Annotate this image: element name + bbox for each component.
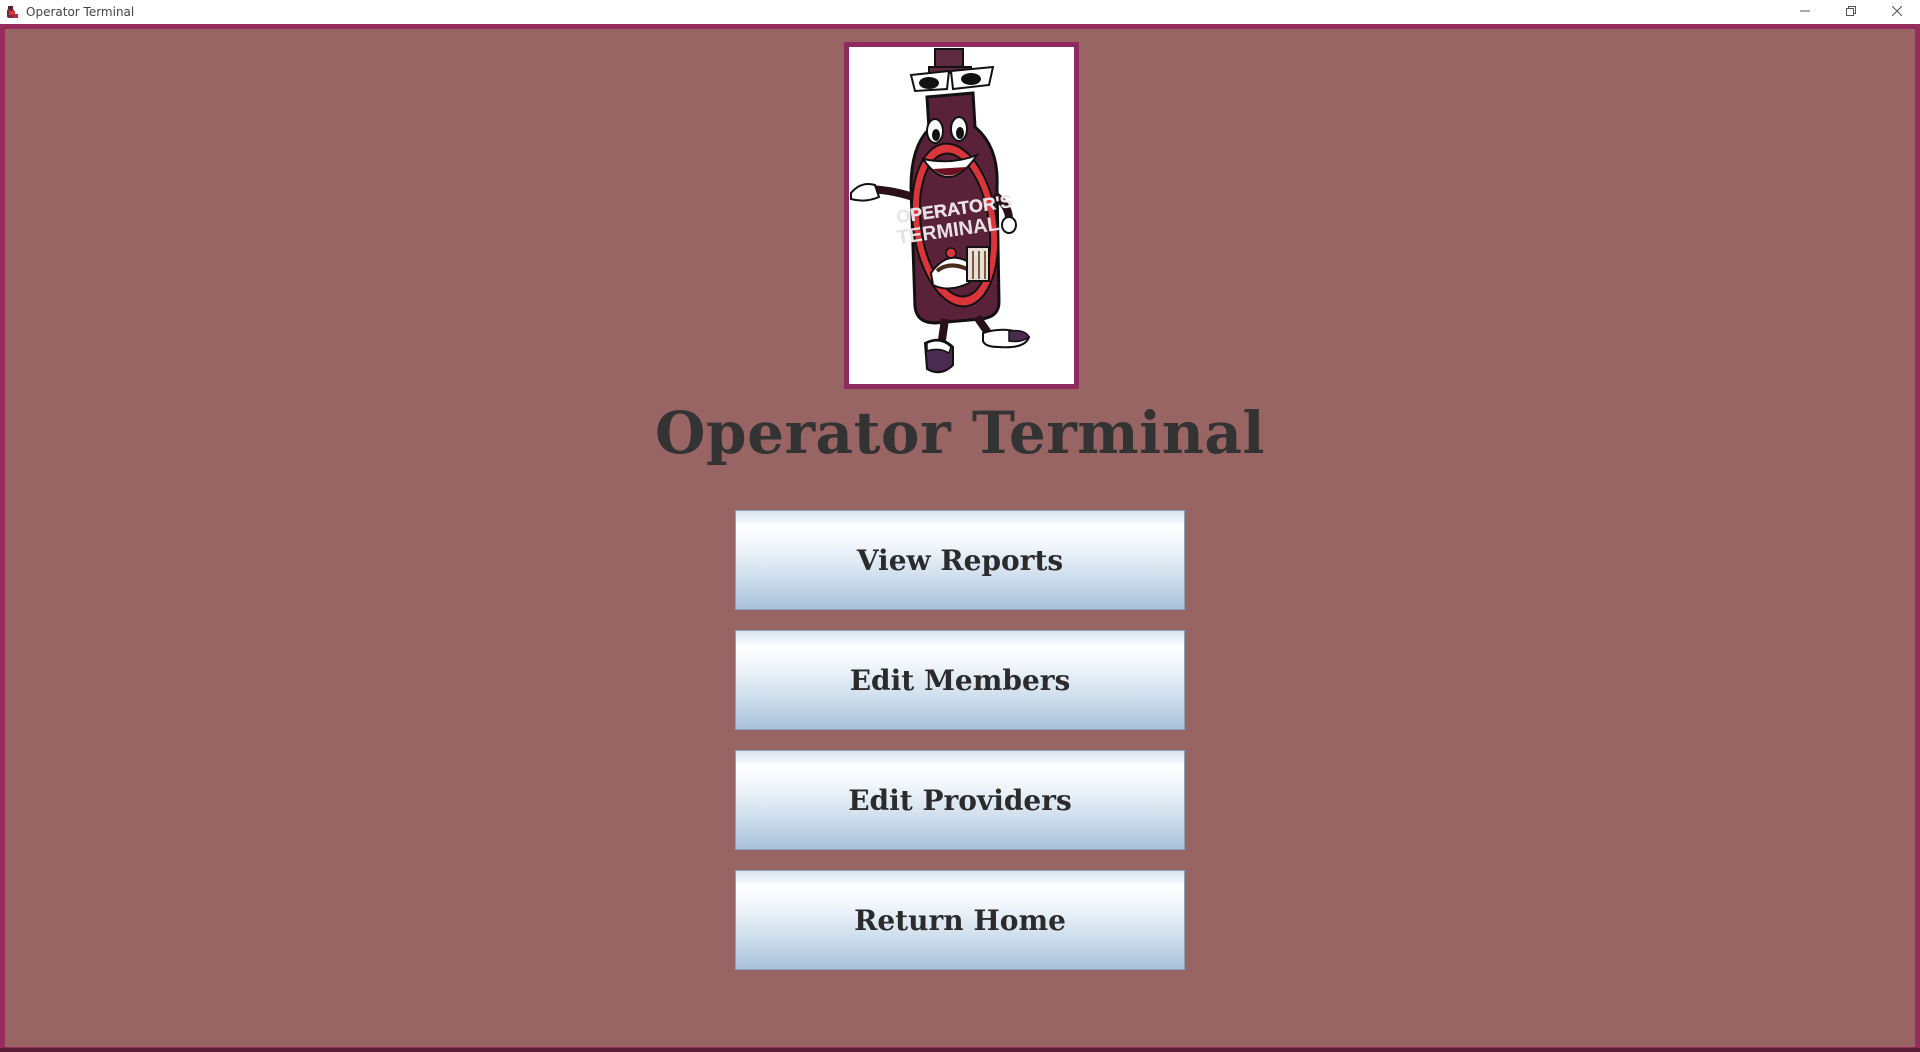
restore-icon	[1846, 6, 1856, 16]
view-reports-button[interactable]: View Reports	[735, 510, 1185, 610]
close-icon	[1892, 6, 1902, 16]
app-logo-icon	[4, 4, 20, 20]
main-window-content: OPERATOR'S TERMINAL Operator Terminal Vi…	[0, 24, 1920, 1052]
minimize-button[interactable]	[1782, 0, 1828, 22]
edit-providers-button[interactable]: Edit Providers	[735, 750, 1185, 850]
taskbar-edge	[0, 1048, 1920, 1052]
return-home-button[interactable]: Return Home	[735, 870, 1185, 970]
restore-button[interactable]	[1828, 0, 1874, 22]
mascot-bottle-image: OPERATOR'S TERMINAL	[850, 48, 1031, 374]
window-controls	[1782, 0, 1920, 24]
edit-members-button[interactable]: Edit Members	[735, 630, 1185, 730]
mascot-logo: OPERATOR'S TERMINAL	[844, 42, 1079, 389]
minimize-icon	[1800, 10, 1810, 12]
window-title: Operator Terminal	[26, 5, 135, 19]
window-titlebar: Operator Terminal	[0, 0, 1920, 24]
page-title: Operator Terminal	[655, 399, 1265, 467]
close-button[interactable]	[1874, 0, 1920, 22]
